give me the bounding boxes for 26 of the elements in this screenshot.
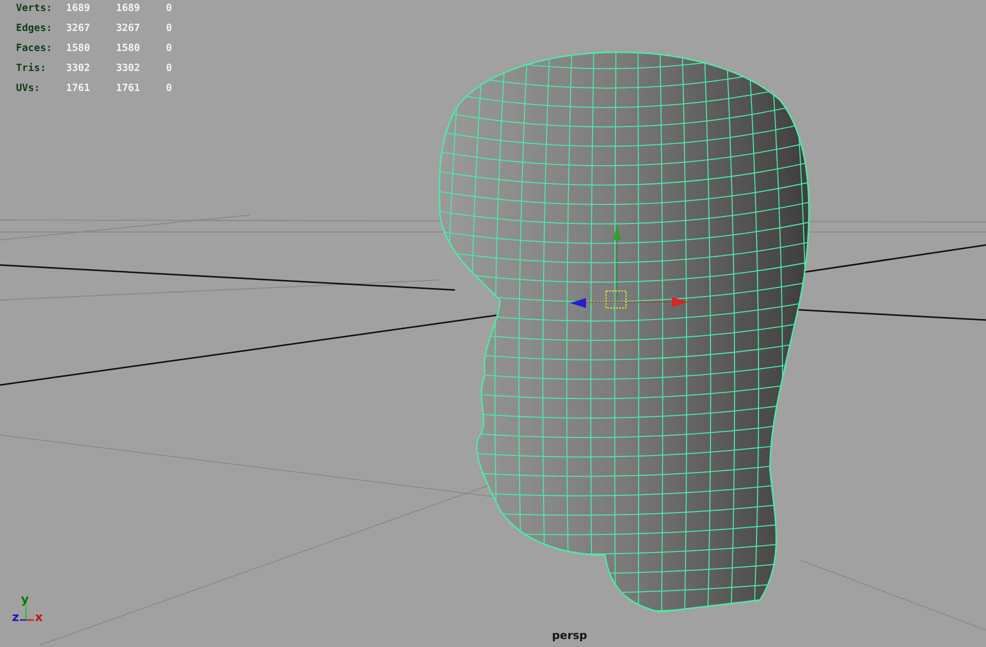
stat-value: 0 [166, 22, 174, 36]
stat-value: 1580 [116, 42, 142, 56]
stat-label: UVs: [16, 82, 42, 96]
stat-value: 1761 [116, 82, 142, 96]
stat-value: 1761 [66, 82, 92, 96]
move-manipulator-icon[interactable] [570, 225, 688, 308]
stat-value: 0 [166, 82, 174, 96]
stat-label: Edges: [16, 22, 54, 36]
stat-value: 3267 [66, 22, 92, 36]
stat-value: 3267 [116, 22, 142, 36]
stat-value: 3302 [116, 62, 142, 76]
stat-value: 3302 [66, 62, 92, 76]
axis-indicator-icon [20, 606, 34, 621]
stat-value: 0 [166, 62, 174, 76]
axis-z-label: z [12, 611, 19, 623]
stat-value: 1580 [66, 42, 92, 56]
stat-value: 0 [166, 2, 174, 16]
stat-label: Verts: [16, 2, 54, 16]
stat-label: Faces: [16, 42, 54, 56]
axis-x-label: x [35, 611, 43, 623]
camera-label: persp [552, 629, 588, 642]
axis-y-label: y [21, 593, 29, 605]
stat-label: Tris: [16, 62, 48, 76]
stat-value: 0 [166, 42, 174, 56]
stat-value: 1689 [116, 2, 142, 16]
stat-value: 1689 [66, 2, 92, 16]
